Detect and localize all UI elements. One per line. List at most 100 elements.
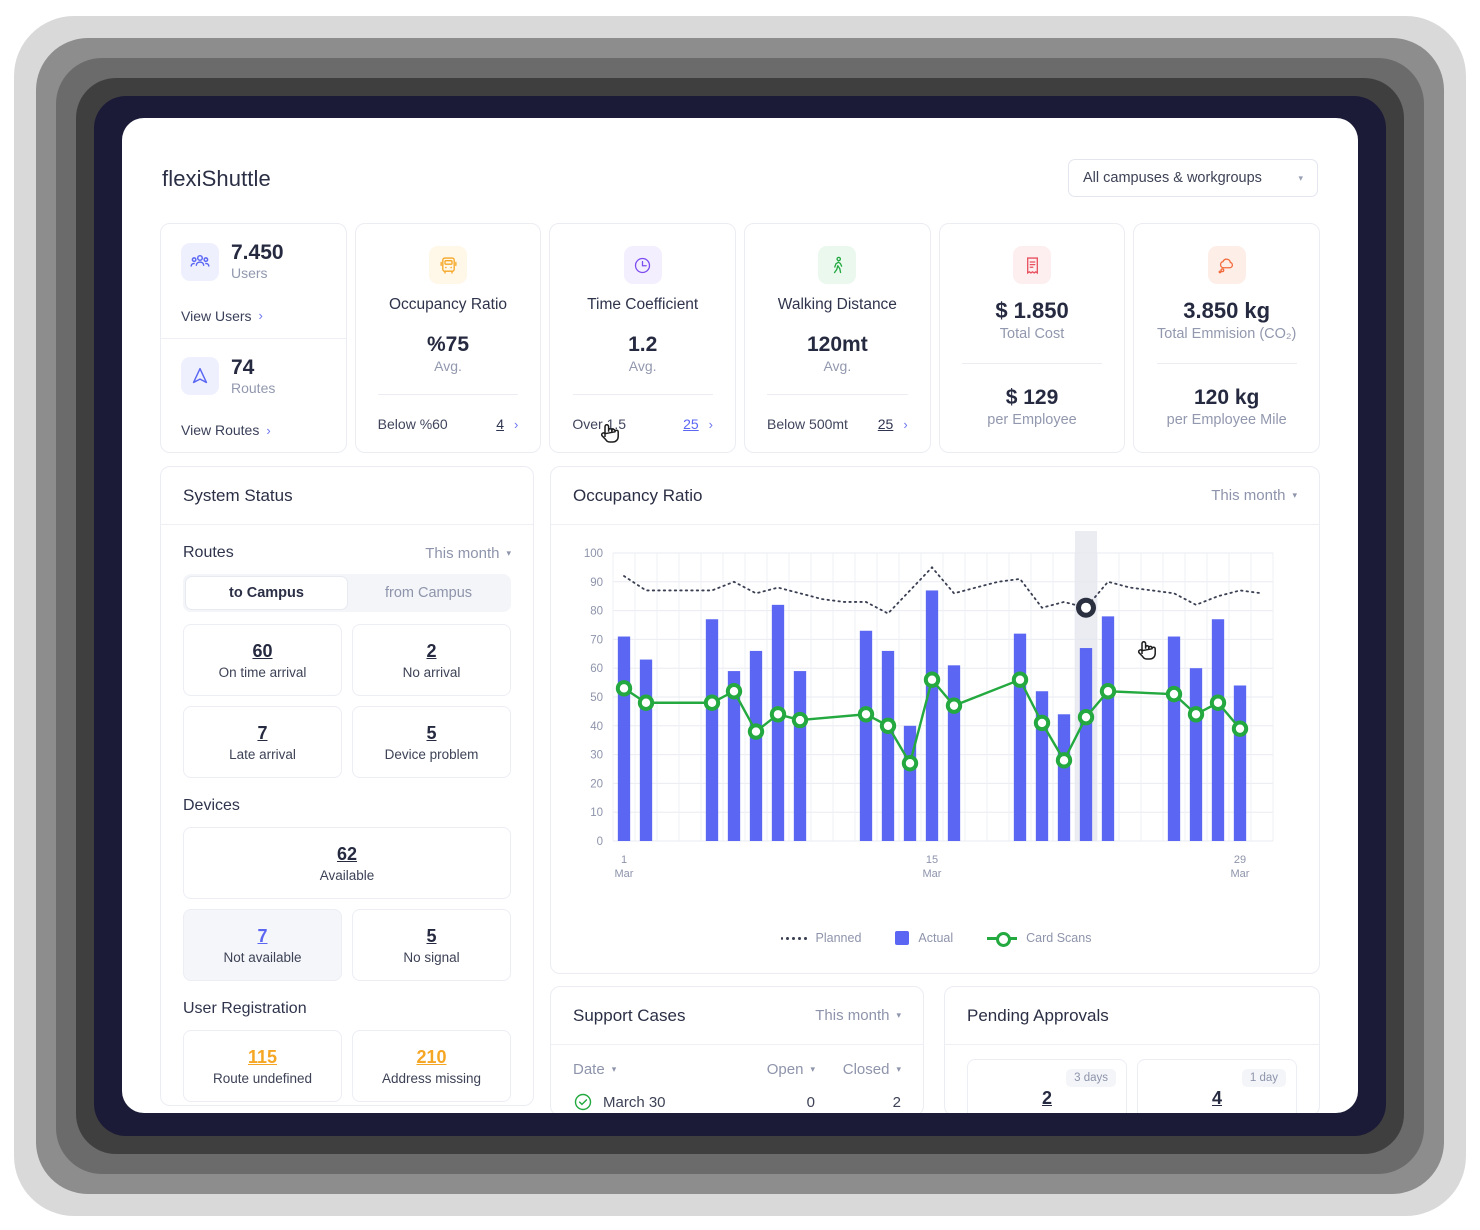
cloud-emission-icon: [1207, 246, 1246, 284]
toggle-to-campus[interactable]: to Campus: [185, 576, 348, 610]
stat-devices-available[interactable]: 62 Available: [183, 827, 511, 899]
support-cases-title: Support Cases: [573, 1005, 686, 1025]
routes-label: Routes: [231, 379, 276, 396]
stat-devices-not-available[interactable]: 7 Not available: [183, 909, 342, 981]
chart-canvas[interactable]: 0 10 20 30 40 50 60 70 80 90 100 1 Mar 15 Mar 29 Mar: [551, 525, 1320, 915]
kpi-card-total-emission: 3.850 kg Total Emmision (CO₂) 120 kg per…: [1133, 223, 1321, 453]
devices-section-title: Devices: [183, 797, 240, 814]
device-frame: flexiShuttle All campuses & workgroups ▾: [0, 0, 1480, 1230]
svg-text:29: 29: [1234, 854, 1246, 866]
legend-item-actual[interactable]: Actual: [895, 931, 953, 945]
time-coefficient-sub: Avg.: [628, 358, 657, 374]
approval-item-1-day[interactable]: 1 day 4: [1137, 1059, 1297, 1113]
stat-devices-no-signal[interactable]: 5 No signal: [352, 909, 511, 981]
svg-text:40: 40: [590, 721, 603, 733]
divider: [572, 394, 713, 395]
walking-distance-below-threshold-link[interactable]: Below 500mt 25 ›: [767, 416, 908, 432]
total-cost-value: $ 1.850: [995, 298, 1069, 323]
stat-label: No arrival: [402, 664, 461, 680]
occupancy-period-dropdown[interactable]: This month ▾: [1211, 487, 1297, 504]
kpi-card-time-coefficient: Time Coefficient 1.2 Avg. Over 1.5 25 ›: [549, 223, 737, 453]
stat-label: Available: [319, 867, 375, 883]
routes-stats-grid: 60 On time arrival 2 No arrival 7 Late a…: [161, 612, 533, 778]
users-icon: [181, 242, 219, 281]
receipt-icon: [1013, 246, 1052, 284]
support-cases-period-dropdown[interactable]: This month ▾: [815, 1007, 901, 1024]
chevron-right-icon: ›: [903, 416, 908, 432]
stat-value[interactable]: 5: [426, 723, 436, 744]
legend-label: Planned: [815, 931, 862, 945]
view-routes-link[interactable]: View Routes ›: [181, 422, 271, 438]
svg-text:Mar: Mar: [923, 868, 942, 880]
routes-count: 74: [231, 355, 255, 379]
stat-value[interactable]: 62: [337, 844, 357, 865]
kpi-card-walking-distance: Walking Distance 120mt Avg. Below 500mt …: [744, 223, 931, 453]
app-header: flexiShuttle All campuses & workgroups ▾: [122, 118, 1358, 218]
approval-count[interactable]: 2: [980, 1088, 1114, 1109]
status-badge: 3 days: [1066, 1069, 1116, 1087]
chevron-right-icon: ›: [514, 416, 519, 432]
stat-value[interactable]: 5: [426, 926, 436, 947]
stat-label: No signal: [403, 949, 460, 965]
approval-item-3-days[interactable]: 3 days 2: [967, 1059, 1127, 1113]
support-cases-period-label: This month: [815, 1007, 890, 1024]
clock-icon: [623, 246, 662, 284]
kpi-routes-section: 74 Routes View Routes ›: [161, 337, 346, 453]
stat-value[interactable]: 60: [252, 641, 272, 662]
campus-workgroup-select[interactable]: All campuses & workgroups ▾: [1068, 159, 1318, 197]
divider: [377, 394, 519, 395]
svg-text:0: 0: [597, 836, 603, 848]
stat-address-missing[interactable]: 210 Address missing: [352, 1030, 511, 1102]
routes-section-title: Routes: [183, 544, 234, 561]
user-registration-stats-grid: 115 Route undefined 210 Address missing: [161, 1018, 533, 1102]
kpi-users-section: 7.450 Users View Users ›: [161, 224, 346, 338]
stat-on-time-arrival[interactable]: 60 On time arrival: [183, 624, 342, 696]
column-label: Date: [573, 1061, 605, 1078]
view-users-link[interactable]: View Users ›: [181, 308, 263, 324]
column-header-closed[interactable]: Closed ▾: [815, 1061, 901, 1078]
svg-text:Mar: Mar: [1231, 868, 1250, 880]
occupancy-chart[interactable]: 0 10 20 30 40 50 60 70 80 90 100 1 Mar 15 Mar 29 Mar Pla…: [551, 525, 1320, 973]
chart-legend: Planned Actual Card Scans: [551, 931, 1319, 947]
stat-value[interactable]: 7: [257, 723, 267, 744]
divider: [1156, 363, 1297, 364]
chevron-right-icon: ›: [266, 422, 271, 438]
walking-distance-title: Walking Distance: [777, 296, 897, 313]
view-routes-label: View Routes: [181, 422, 260, 438]
check-circle-icon: [574, 1093, 592, 1111]
stat-value[interactable]: 7: [257, 926, 267, 947]
stat-value[interactable]: 115: [248, 1047, 277, 1068]
stat-value[interactable]: 210: [416, 1047, 446, 1068]
column-header-date[interactable]: Date ▾: [573, 1061, 723, 1078]
table-row[interactable]: March 30 0 2: [551, 1078, 923, 1112]
stat-device-problem[interactable]: 5 Device problem: [352, 706, 511, 778]
approval-count[interactable]: 4: [1150, 1088, 1284, 1109]
stat-route-undefined[interactable]: 115 Route undefined: [183, 1030, 342, 1102]
stat-label: Address missing: [381, 1070, 482, 1086]
legend-label: Actual: [918, 931, 954, 945]
time-coefficient-value: 1.2: [628, 333, 658, 356]
stat-value[interactable]: 2: [426, 641, 436, 662]
stat-no-arrival[interactable]: 2 No arrival: [352, 624, 511, 696]
user-registration-section-header: User Registration: [161, 1000, 533, 1018]
toggle-from-campus[interactable]: from Campus: [348, 576, 509, 610]
pending-approvals-title: Pending Approvals: [967, 1005, 1109, 1025]
legend-item-planned[interactable]: Planned: [780, 931, 862, 945]
dotted-line-icon: [780, 936, 807, 940]
legend-item-card-scans[interactable]: Card Scans: [987, 931, 1091, 947]
time-coefficient-over-threshold-link[interactable]: Over 1.5 25 ›: [572, 416, 713, 432]
divider: [767, 394, 908, 395]
time-coefficient-foot-count: 25: [683, 416, 699, 432]
routes-period-dropdown[interactable]: This month ▾: [425, 545, 511, 562]
users-label: Users: [231, 265, 268, 282]
occupancy-panel-header: Occupancy Ratio This month ▾: [551, 467, 1319, 525]
walking-distance-value: 120mt: [807, 333, 868, 356]
occupancy-below-threshold-link[interactable]: Below %60 4 ›: [378, 416, 519, 432]
devices-stats-grid: 62 Available 7 Not available 5 No signal: [161, 815, 533, 981]
svg-text:80: 80: [590, 606, 603, 618]
stat-late-arrival[interactable]: 7 Late arrival: [183, 706, 342, 778]
users-count: 7.450: [231, 241, 284, 264]
kpi-card-strip: 7.450 Users View Users › 74 Routes View …: [160, 223, 1321, 453]
chevron-down-icon: ▾: [896, 1010, 901, 1020]
column-header-open[interactable]: Open ▾: [723, 1061, 815, 1078]
